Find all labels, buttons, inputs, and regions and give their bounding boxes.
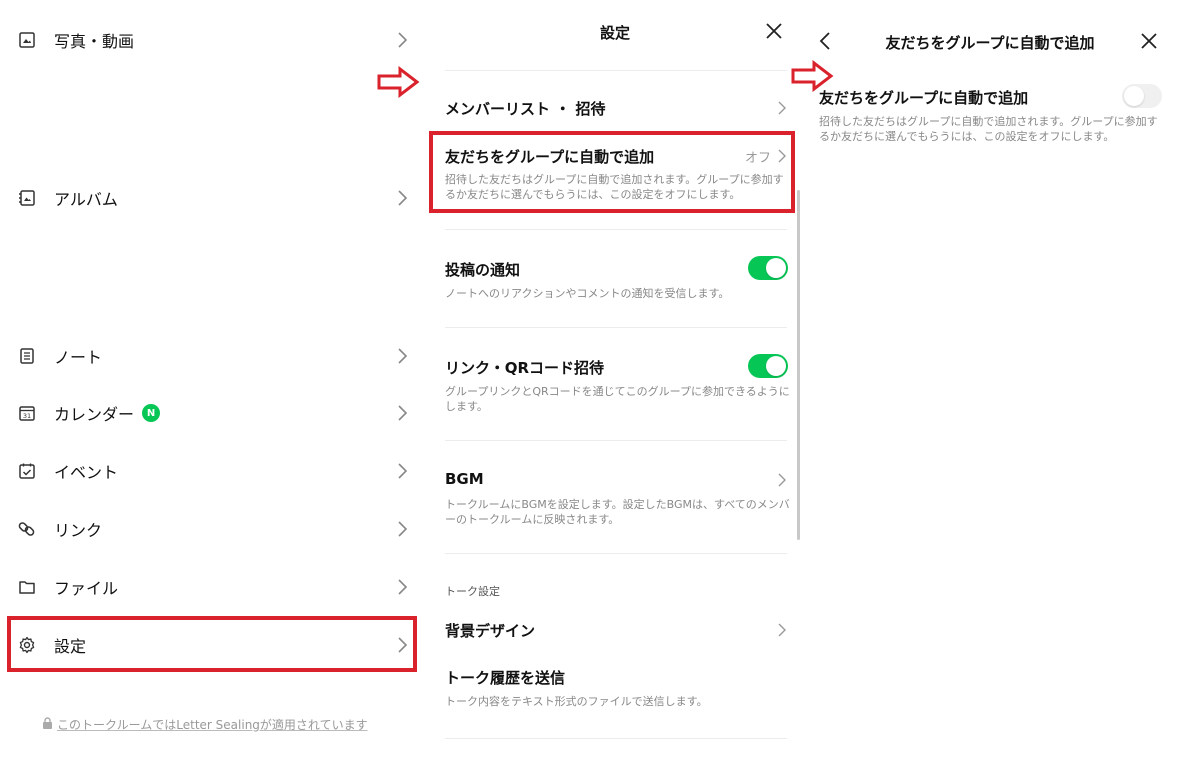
post-notifications-toggle[interactable] <box>748 256 788 280</box>
letter-sealing-text: このトークルームではLetter Sealingが適用されています <box>57 718 368 732</box>
page-title: 設定 <box>599 24 630 42</box>
menu-item-calendar[interactable]: 31 カレンダー N <box>12 393 412 433</box>
menu-item-note[interactable]: ノート <box>12 336 412 376</box>
toggle-knob <box>1124 86 1144 106</box>
chevron-right-icon <box>778 623 786 637</box>
menu-item-event[interactable]: イベント <box>12 451 412 491</box>
link-qr-invite-toggle[interactable] <box>748 354 788 378</box>
chevron-right-icon <box>398 32 408 48</box>
row-description: 招待した友だちはグループに自動で追加されます。グループに参加するか友だちに選んで… <box>819 115 1158 143</box>
divider <box>445 738 787 739</box>
row-description: トークルームにBGMを設定します。設定したBGMは、すべてのメンバーのトークルー… <box>445 498 790 526</box>
menu-item-label: イベント <box>54 463 119 482</box>
row-title: トーク履歴を送信 <box>445 669 566 687</box>
row-title: 投稿の通知 <box>445 261 521 279</box>
row-title: メンバーリスト ・ 招待 <box>445 100 606 118</box>
new-badge: N <box>142 404 161 422</box>
link-icon <box>14 516 40 542</box>
menu-item-photos-videos[interactable]: 写真・動画 <box>12 20 412 60</box>
settings-highlight-box <box>7 616 417 672</box>
divider <box>445 440 787 441</box>
menu-item-album[interactable]: アルバム <box>12 178 412 218</box>
chevron-right-icon <box>778 473 786 487</box>
event-icon <box>14 458 40 484</box>
divider <box>445 70 787 71</box>
chevron-right-icon <box>398 579 408 595</box>
chevron-right-icon <box>398 190 408 206</box>
scrollbar[interactable] <box>797 190 800 540</box>
row-description: グループリンクとQRコードを通じてこのグループに参加できるようにします。 <box>445 385 790 413</box>
chevron-right-icon <box>398 405 408 421</box>
divider <box>445 229 787 230</box>
row-title: BGM <box>445 470 484 488</box>
auto-add-toggle[interactable] <box>1122 84 1162 108</box>
close-icon[interactable] <box>1138 30 1160 52</box>
toggle-knob <box>766 356 786 376</box>
auto-add-panel: 友だちをグループに自動で追加 友だちをグループに自動で追加 招待した友だちはグル… <box>805 0 1189 760</box>
page-title: 友だちをグループに自動で追加 <box>885 34 1095 52</box>
letter-sealing-note[interactable]: このトークルームではLetter Sealingが適用されています <box>42 716 368 733</box>
chevron-right-icon <box>778 101 786 115</box>
menu-item-label: リンク <box>54 521 103 540</box>
chevron-right-icon <box>398 348 408 364</box>
close-icon[interactable] <box>763 20 785 42</box>
auto-add-highlight-box <box>429 131 795 213</box>
calendar-day-number: 31 <box>23 412 31 420</box>
note-icon <box>14 343 40 369</box>
menu-item-label: ファイル <box>54 579 119 598</box>
album-icon <box>14 185 40 211</box>
photo-icon <box>14 27 40 53</box>
menu-item-link[interactable]: リンク <box>12 509 412 549</box>
row-title: 背景デザイン <box>445 622 536 640</box>
menu-item-label: 写真・動画 <box>54 32 135 51</box>
row-title: リンク・QRコード招待 <box>445 359 605 377</box>
group-menu-panel: 写真・動画 アルバム ノート 31 カレンダー N イベント リンク ファイル … <box>0 0 425 760</box>
settings-panel: 設定 メンバーリスト ・ 招待 友だちをグループに自動で追加 オフ 招待した友だ… <box>425 0 805 760</box>
row-title: 友だちをグループに自動で追加 <box>819 89 1029 107</box>
chevron-right-icon <box>398 521 408 537</box>
menu-item-file[interactable]: ファイル <box>12 567 412 607</box>
menu-item-label: ノート <box>54 348 103 367</box>
divider <box>445 327 787 328</box>
menu-item-label: カレンダー <box>54 405 135 424</box>
folder-icon <box>14 574 40 600</box>
lock-icon <box>42 717 53 732</box>
toggle-knob <box>766 258 786 278</box>
row-description: トーク内容をテキスト形式のファイルで送信します。 <box>445 695 708 708</box>
section-label-talk-settings: トーク設定 <box>445 585 500 598</box>
chevron-right-icon <box>398 463 408 479</box>
calendar-icon: 31 <box>14 400 40 426</box>
row-description: ノートへのリアクションやコメントの通知を受信します。 <box>445 287 730 300</box>
menu-item-label: アルバム <box>54 190 118 209</box>
arrow-right-icon <box>377 66 420 98</box>
divider <box>445 553 787 554</box>
